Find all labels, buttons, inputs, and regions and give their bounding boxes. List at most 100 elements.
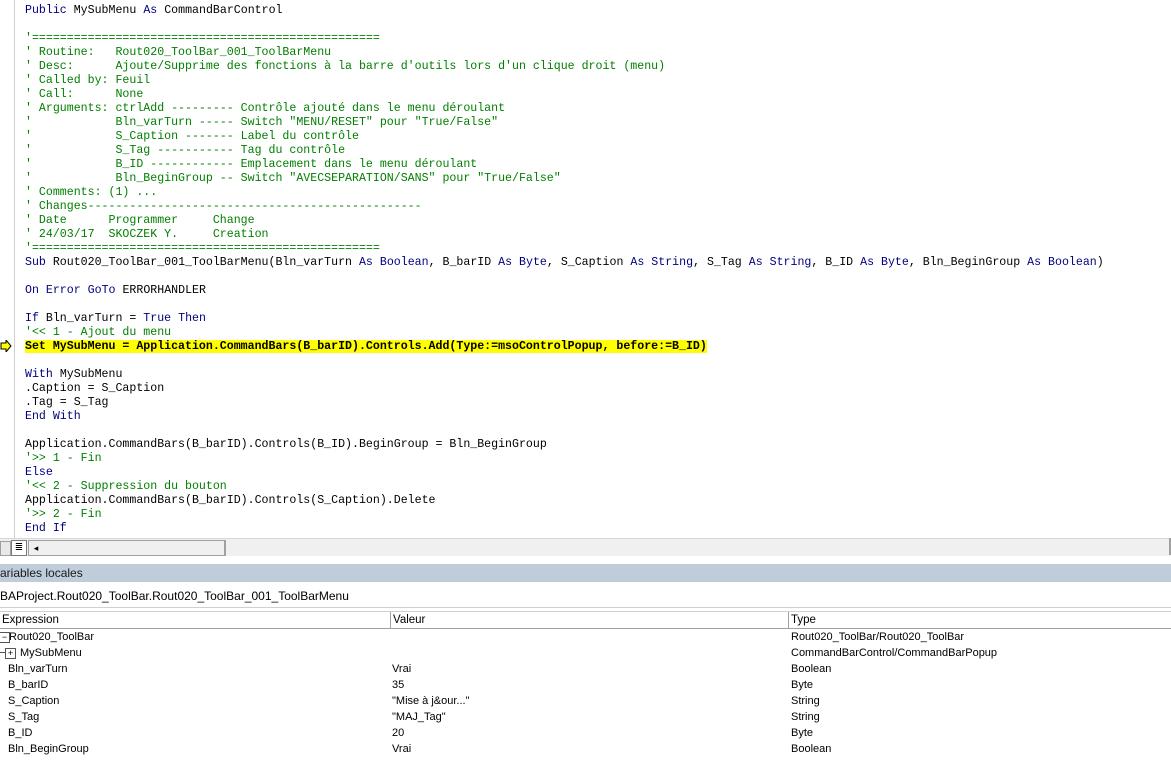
expression-label: MySubMenu [20,647,82,659]
comment-text: ' S_Caption ------- Label du contrôle [25,130,359,143]
code-line[interactable]: .Caption = S_Caption [25,382,1171,396]
locals-context: BAProject.Rout020_ToolBar.Rout020_ToolBa… [0,585,1171,608]
expression-cell[interactable]: Bln_varTurn [0,661,390,677]
code-line[interactable]: ' 24/03/17 SKOCZEK Y. Creation [25,228,1171,242]
comment-text: '<< 2 - Suppression du bouton [25,480,227,493]
scroll-left-icon[interactable]: ◂ [29,541,43,555]
code-line[interactable]: ' S_Caption ------- Label du contrôle [25,130,1171,144]
comment-text: ' Arguments: ctrlAdd --------- Contrôle … [25,102,506,115]
code-line[interactable]: .Tag = S_Tag [25,396,1171,410]
code-line[interactable]: ' Changes-------------------------------… [25,200,1171,214]
code-line[interactable]: '>> 1 - Fin [25,452,1171,466]
code-line[interactable]: On Error GoTo ERRORHANDLER [25,284,1171,298]
expand-icon[interactable]: + [5,648,16,659]
margin-indicator-bar[interactable] [0,0,15,538]
code-line[interactable]: If Bln_varTurn = True Then [25,312,1171,326]
locals-row[interactable]: B_ID 20 Byte [0,725,1171,741]
column-header-type[interactable]: Type [789,612,1171,628]
comment-text: '<< 1 - Ajout du menu [25,326,172,339]
value-cell[interactable]: Vrai [392,661,788,677]
code-area[interactable]: Public MySubMenu As CommandBarControl '==… [25,4,1171,536]
code-token: Bln_varTurn [275,256,352,269]
full-module-view-icon[interactable]: ≣ [11,540,27,556]
comment-text: ' Routine: Rout020_ToolBar_001_ToolBarMe… [25,46,332,59]
code-line[interactable]: ' Called by: Feuil [25,74,1171,88]
code-line[interactable]: ' Routine: Rout020_ToolBar_001_ToolBarMe… [25,46,1171,60]
expression-cell[interactable]: S_Caption [0,693,390,709]
code-line[interactable]: '<< 1 - Ajout du menu [25,326,1171,340]
code-line[interactable]: '>> 2 - Fin [25,508,1171,522]
keyword: As [860,256,875,269]
code-editor[interactable]: Public MySubMenu As CommandBarControl '==… [0,0,1171,556]
code-line[interactable]: Else [25,466,1171,480]
locals-grid[interactable]: Expression Valeur Type − Rout020_ToolBar R… [0,611,1171,762]
code-line[interactable]: With MySubMenu [25,368,1171,382]
keyword: Byte [881,256,909,269]
comment-text: '=======================================… [25,242,380,255]
expression-cell[interactable]: Bln_BeginGroup [0,741,390,757]
code-line[interactable]: ' S_Tag ----------- Tag du contrôle [25,144,1171,158]
expression-cell[interactable]: B_barID [0,677,390,693]
locals-row[interactable]: S_Caption "Mise à j&our..." String [0,693,1171,709]
column-header-expression[interactable]: Expression [0,612,391,628]
code-line[interactable]: '<< 2 - Suppression du bouton [25,480,1171,494]
code-line[interactable]: ' Arguments: ctrlAdd --------- Contrôle … [25,102,1171,116]
value-cell[interactable] [392,629,788,645]
keyword: End [25,522,46,535]
procedure-view-button[interactable] [0,541,11,556]
expression-cell[interactable]: − Rout020_ToolBar [0,629,390,645]
expression-label: S_Caption [8,695,60,707]
keyword: Boolean [379,256,429,269]
code-line[interactable]: ' Call: None [25,88,1171,102]
type-cell: Byte [791,727,814,739]
locals-row[interactable]: − Rout020_ToolBar Rout020_ToolBar/Rout020_… [0,629,1171,645]
expression-label: Bln_varTurn [8,663,68,675]
expression-cell[interactable]: B_ID [0,725,390,741]
code-line[interactable] [25,18,1171,32]
code-line[interactable]: ' Bln_varTurn ----- Switch "MENU/RESET" … [25,116,1171,130]
value-cell[interactable]: 20 [392,725,788,741]
value-cell[interactable] [392,645,788,661]
code-line[interactable] [25,270,1171,284]
code-line[interactable]: ' B_ID ------------ Emplacement dans le … [25,158,1171,172]
comment-text: ' Changes-------------------------------… [25,200,422,213]
locals-row[interactable]: Bln_varTurn Vrai Boolean [0,661,1171,677]
locals-row[interactable]: B_barID 35 Byte [0,677,1171,693]
code-line[interactable] [25,354,1171,368]
expression-cell[interactable]: + MySubMenu [0,645,390,661]
code-line[interactable]: Set MySubMenu = Application.CommandBars(… [25,340,1171,354]
expression-cell[interactable]: S_Tag [0,709,390,725]
expression-label: Rout020_ToolBar [9,631,95,643]
code-line[interactable]: Application.CommandBars(B_barID).Control… [25,494,1171,508]
code-line[interactable]: ' Date Programmer Change [25,214,1171,228]
code-line[interactable]: End With [25,410,1171,424]
value-cell[interactable]: "Mise à j&our..." [392,693,788,709]
value-cell[interactable]: 35 [392,677,788,693]
code-line[interactable]: ' Comments: (1) ... [25,186,1171,200]
horizontal-scrollbar[interactable]: ◂ [28,540,226,556]
locals-row[interactable]: + MySubMenu CommandBarControl/CommandBarPo… [0,645,1171,661]
expression-label: S_Tag [8,711,40,723]
column-header-value[interactable]: Valeur [391,612,789,628]
code-line[interactable]: ' Bln_BeginGroup -- Switch "AVECSEPARATI… [25,172,1171,186]
code-line[interactable]: '=======================================… [25,32,1171,46]
code-line[interactable]: ' Desc: Ajoute/Supprime des fonctions à … [25,60,1171,74]
code-line[interactable]: '=======================================… [25,242,1171,256]
code-line[interactable] [25,424,1171,438]
locals-row[interactable]: Bln_BeginGroup Vrai Boolean [0,741,1171,757]
locals-window-title[interactable]: ariables locales [0,564,1171,582]
value-cell[interactable]: Vrai [392,741,788,757]
code-line[interactable]: Public MySubMenu As CommandBarControl [25,4,1171,18]
code-line[interactable]: End If [25,522,1171,536]
code-line[interactable]: Application.CommandBars(B_barID).Control… [25,438,1171,452]
keyword: With [52,410,81,423]
locals-row[interactable]: S_Tag "MAJ_Tag" String [0,709,1171,725]
value-cell[interactable]: "MAJ_Tag" [392,709,788,725]
code-line[interactable] [25,298,1171,312]
code-line[interactable]: Sub Rout020_ToolBar_001_ToolBarMenu(Bln_… [25,256,1171,270]
code-token: S_Tag [706,256,742,269]
